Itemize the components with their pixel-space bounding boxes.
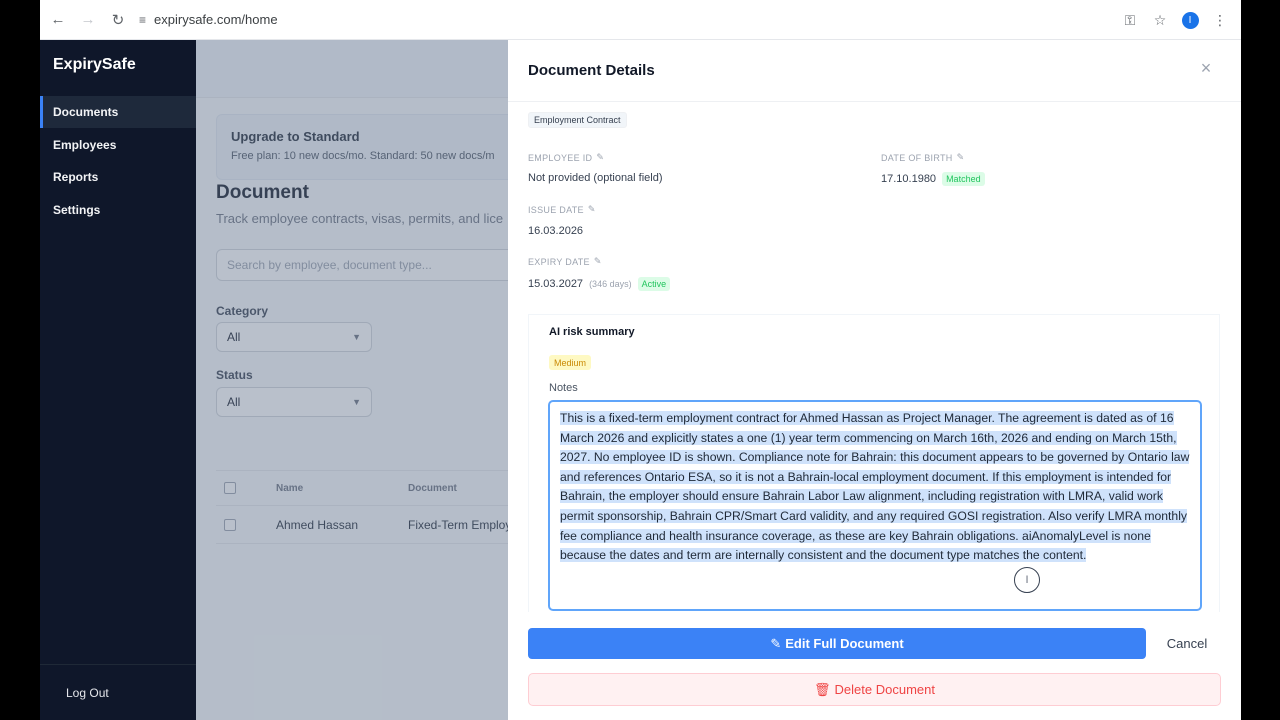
- sidebar-item-reports[interactable]: Reports: [40, 161, 196, 193]
- active-badge: Active: [637, 277, 671, 291]
- expiry-date-label: EXPIRY DATE ✎: [528, 256, 602, 267]
- days-remaining: (346 days): [589, 279, 632, 289]
- notes-selected-text: This is a fixed-term employment contract…: [560, 411, 1190, 563]
- browser-menu-icon[interactable]: ⋮: [1209, 5, 1231, 35]
- profile-initial: I: [1181, 11, 1199, 29]
- delete-button-label: Delete Document: [834, 682, 935, 697]
- browser-toolbar: ← → ↻ ≡ expirysafe.com/home ⚿ ☆ I ⋮: [40, 0, 1241, 40]
- text-cursor-icon: I: [1014, 567, 1040, 593]
- sidebar-item-settings[interactable]: Settings: [40, 194, 196, 226]
- forward-arrow-icon[interactable]: →: [73, 5, 103, 35]
- expiry-date-text: 15.03.2027: [528, 278, 584, 290]
- profile-avatar[interactable]: I: [1179, 5, 1201, 35]
- notes-textarea[interactable]: This is a fixed-term employment contract…: [548, 400, 1202, 611]
- risk-level-badge: Medium: [549, 355, 592, 370]
- notes-content: This is a fixed-term employment contract…: [560, 409, 1190, 566]
- issue-date-label-text: ISSUE DATE: [528, 204, 584, 215]
- cancel-button[interactable]: Cancel: [1158, 628, 1216, 659]
- logout-link[interactable]: Log Out: [66, 686, 109, 700]
- close-icon[interactable]: ×: [1196, 58, 1216, 78]
- edit-button-label: Edit Full Document: [785, 636, 904, 651]
- employee-id-value: Not provided (optional field): [528, 172, 663, 184]
- notes-label: Notes: [549, 382, 578, 394]
- bookmark-star-icon[interactable]: ☆: [1149, 5, 1171, 35]
- delete-document-button[interactable]: 🗑 Delete Document: [528, 673, 1221, 706]
- panel-divider: [508, 101, 1241, 102]
- sidebar: ExpirySafe Documents Employees Reports S…: [40, 40, 196, 720]
- employee-id-label: EMPLOYEE ID ✎: [528, 152, 604, 163]
- pencil-icon: ✎️: [770, 635, 782, 651]
- document-type-tag: Employment Contract: [528, 112, 627, 128]
- matched-badge: Matched: [942, 172, 985, 186]
- date-of-birth-text: 17.10.1980: [881, 173, 937, 185]
- trash-icon: 🗑: [814, 681, 831, 697]
- issue-date-text: 16.03.2026: [528, 225, 584, 237]
- issue-date-label: ISSUE DATE ✎: [528, 204, 596, 215]
- employee-id-text: Not provided (optional field): [528, 172, 663, 184]
- edit-pencil-icon[interactable]: ✎: [588, 204, 596, 215]
- date-of-birth-label-text: DATE OF BIRTH: [881, 152, 953, 163]
- reload-icon[interactable]: ↻: [103, 5, 133, 35]
- date-of-birth-label: DATE OF BIRTH ✎: [881, 152, 964, 163]
- sidebar-item-employees[interactable]: Employees: [40, 129, 196, 161]
- sidebar-nav: Documents Employees Reports Settings: [40, 96, 196, 227]
- password-key-icon[interactable]: ⚿: [1119, 5, 1141, 35]
- address-bar[interactable]: ≡ expirysafe.com/home: [139, 6, 278, 34]
- edit-pencil-icon[interactable]: ✎: [957, 152, 965, 163]
- expiry-date-label-text: EXPIRY DATE: [528, 256, 590, 267]
- sidebar-item-documents[interactable]: Documents: [40, 96, 196, 128]
- modal-backdrop[interactable]: [196, 40, 508, 720]
- employee-id-label-text: EMPLOYEE ID: [528, 152, 593, 163]
- url-text: expirysafe.com/home: [154, 12, 278, 27]
- document-details-panel: Document Details × Employment Contract E…: [508, 40, 1241, 720]
- expiry-date-value: 15.03.2027 (346 days) Active: [528, 277, 671, 291]
- back-arrow-icon[interactable]: ←: [43, 5, 73, 35]
- edit-pencil-icon[interactable]: ✎: [596, 152, 604, 163]
- sidebar-divider: [40, 664, 196, 665]
- date-of-birth-value: 17.10.1980 Matched: [881, 172, 985, 186]
- panel-title: Document Details: [528, 62, 655, 79]
- app-window: ← → ↻ ≡ expirysafe.com/home ⚿ ☆ I ⋮ Expi…: [40, 0, 1241, 720]
- edit-full-document-button[interactable]: ✎️ Edit Full Document: [528, 628, 1146, 659]
- browser-actions: ⚿ ☆ I ⋮: [1119, 5, 1231, 35]
- brand-logo: ExpirySafe: [53, 56, 136, 73]
- site-settings-icon[interactable]: ≡: [139, 13, 146, 27]
- issue-date-value: 16.03.2026: [528, 225, 583, 237]
- edit-pencil-icon[interactable]: ✎: [594, 256, 602, 267]
- risk-summary-title: AI risk summary: [549, 326, 635, 338]
